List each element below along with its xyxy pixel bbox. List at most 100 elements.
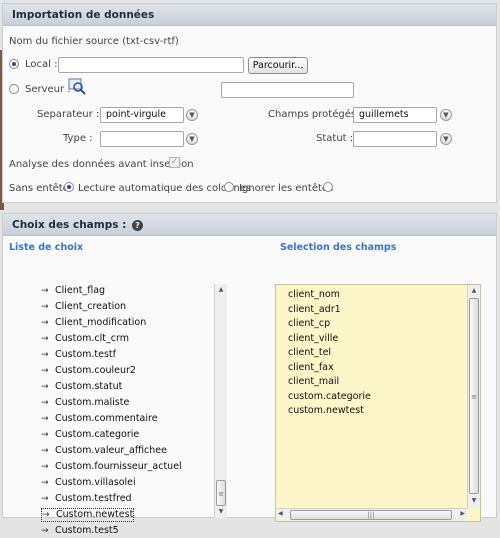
protected-fields-label: Champs protégés :	[268, 109, 363, 120]
tree-arrow-icon: →	[41, 302, 49, 312]
choice-item[interactable]: → Client_modification	[41, 316, 146, 330]
no-header-label: Sans entête	[9, 183, 69, 194]
choice-label: Client_modification	[55, 317, 147, 328]
selection-scroll-up-icon[interactable]: ▲	[468, 285, 480, 297]
choice-label: Custom.fournisseur_actuel	[55, 461, 182, 472]
choice-label: Client_flag	[55, 285, 106, 296]
type-select[interactable]	[100, 131, 184, 147]
import-panel-title: Importation de données	[3, 4, 496, 26]
selection-scroll-left-icon[interactable]: ◀	[278, 510, 283, 517]
choice-item[interactable]: → Custom.valeur_affichee	[41, 444, 167, 458]
tree-arrow-icon: →	[41, 430, 49, 440]
type-dropdown-icon[interactable]: ▼	[186, 133, 198, 145]
choice-item[interactable]: → Custom.clt_crm	[41, 332, 129, 346]
choice-item[interactable]: → Custom.testfred	[41, 492, 132, 506]
choice-label: Custom.commentaire	[55, 413, 158, 424]
choice-label: Custom.maliste	[55, 397, 130, 408]
scroll-thumb[interactable]: ≡	[216, 480, 226, 506]
choice-label: Custom.couleur2	[55, 365, 136, 376]
tree-arrow-icon: →	[41, 414, 49, 424]
choice-label: Custom.test5	[55, 525, 119, 536]
selection-list[interactable]: client_nom client_adr1 client_cp client_vil…	[275, 284, 481, 522]
tree-arrow-icon: →	[41, 286, 49, 296]
scroll-down-arrow-icon[interactable]: ▼	[215, 506, 227, 518]
choice-label: Custom.valeur_affichee	[55, 445, 167, 456]
selected-field-item[interactable]: client_fax	[288, 361, 334, 375]
selection-list-title: Selection des champs	[280, 242, 397, 253]
tree-arrow-icon: →	[41, 366, 49, 376]
choice-item[interactable]: → Custom.couleur2	[41, 364, 136, 378]
selected-field-item[interactable]: client_adr1	[288, 303, 341, 317]
protected-fields-select[interactable]: guillemets	[353, 107, 437, 123]
help-icon[interactable]: ?	[131, 219, 143, 231]
selection-scroll-thumb[interactable]: ≡	[469, 298, 479, 494]
selected-field-item[interactable]: custom.newtest	[288, 404, 364, 418]
local-label: Local :	[25, 59, 58, 70]
fields-panel-title: Choix des champs :	[12, 219, 127, 231]
tree-arrow-icon: →	[41, 526, 49, 536]
status-dropdown-icon[interactable]: ▼	[440, 133, 452, 145]
selected-field-item[interactable]: client_nom	[288, 288, 340, 302]
choice-label: Custom.categorie	[55, 429, 140, 440]
separator-select[interactable]: point-virgule	[100, 107, 184, 123]
status-label: Statut :	[316, 133, 354, 144]
local-file-input[interactable]	[58, 57, 244, 73]
analyze-checkbox[interactable]: ✓	[169, 157, 180, 168]
choice-label: Custom.testfred	[55, 493, 132, 504]
selection-hscrollbar[interactable]: ◀ ||| ▶	[276, 508, 467, 521]
tree-arrow-icon: →	[41, 334, 49, 344]
choice-item[interactable]: → Custom.villasolei	[41, 476, 136, 490]
browse-button[interactable]: Parcourir...	[248, 57, 308, 74]
choice-item[interactable]: → Client_flag	[41, 284, 105, 298]
tree-arrow-icon: →	[41, 478, 49, 488]
tree-arrow-icon: →	[41, 446, 49, 456]
tree-arrow-icon: →	[41, 350, 49, 360]
filename-label: Nom du fichier source (txt-csv-rtf)	[9, 36, 179, 47]
choice-item[interactable]: → Custom.commentaire	[41, 412, 158, 426]
choice-item[interactable]: → Custom.test5	[41, 524, 119, 538]
choice-label: Custom.clt_crm	[55, 333, 129, 344]
selected-field-item[interactable]: client_tel	[288, 346, 331, 360]
choice-item[interactable]: → Custom.categorie	[41, 428, 139, 442]
choice-item[interactable]: → Custom.statut	[41, 380, 122, 394]
ignore-headers-radio-2[interactable]	[323, 182, 333, 192]
choice-item[interactable]: → Client_creation	[41, 300, 126, 314]
selection-scroll-right-icon[interactable]: ▶	[460, 510, 465, 517]
choice-item[interactable]: → Custom.testf	[41, 348, 116, 362]
ignore-headers-radio[interactable]	[224, 182, 234, 192]
auto-read-radio[interactable]	[64, 182, 74, 192]
tree-arrow-icon: →	[41, 462, 49, 472]
tree-arrow-icon: →	[42, 510, 50, 520]
type-label: Type :	[63, 133, 93, 144]
server-label: Serveur :	[25, 84, 71, 95]
fields-panel: Choix des champs : ? Liste de choix Sele…	[2, 213, 497, 536]
selected-field-item[interactable]: client_mail	[288, 375, 339, 389]
analyze-label: Analyse des données avant insertion	[9, 159, 194, 170]
choice-label: Custom.testf	[55, 349, 117, 360]
choice-label: Client_creation	[55, 301, 127, 312]
server-input[interactable]	[221, 82, 354, 98]
scroll-up-arrow-icon[interactable]: ▲	[215, 284, 227, 296]
choice-item[interactable]: → Custom.maliste	[41, 396, 129, 410]
choices-scrollbar[interactable]: ▲ ≡ ▼	[214, 284, 227, 518]
protected-fields-dropdown-icon[interactable]: ▼	[440, 109, 452, 121]
selected-field-item[interactable]: client_cp	[288, 317, 330, 331]
selection-vscrollbar[interactable]: ▲ ≡ ▼	[467, 285, 480, 508]
server-radio[interactable]	[9, 84, 19, 94]
choice-label: Custom.villasolei	[55, 477, 136, 488]
tree-arrow-icon: →	[41, 494, 49, 504]
selected-field-item[interactable]: custom.categorie	[288, 390, 371, 404]
choice-label: Custom.newtest	[56, 509, 134, 520]
choice-item[interactable]: → Custom.fournisseur_actuel	[41, 460, 182, 474]
status-select[interactable]	[353, 131, 437, 147]
separator-label: Separateur :	[37, 109, 100, 120]
fields-panel-header: Choix des champs : ?	[3, 214, 496, 236]
selection-scroll-down-icon[interactable]: ▼	[468, 495, 480, 507]
local-radio[interactable]	[9, 59, 19, 69]
separator-dropdown-icon[interactable]: ▼	[186, 109, 198, 121]
tree-arrow-icon: →	[41, 318, 49, 328]
selected-field-item[interactable]: client_ville	[288, 332, 338, 346]
magnifier-icon[interactable]	[68, 78, 88, 96]
selection-hscroll-thumb[interactable]: |||	[290, 510, 452, 520]
choices-list[interactable]: → Client_flag → Client_creation → Client_modi…	[3, 236, 228, 536]
